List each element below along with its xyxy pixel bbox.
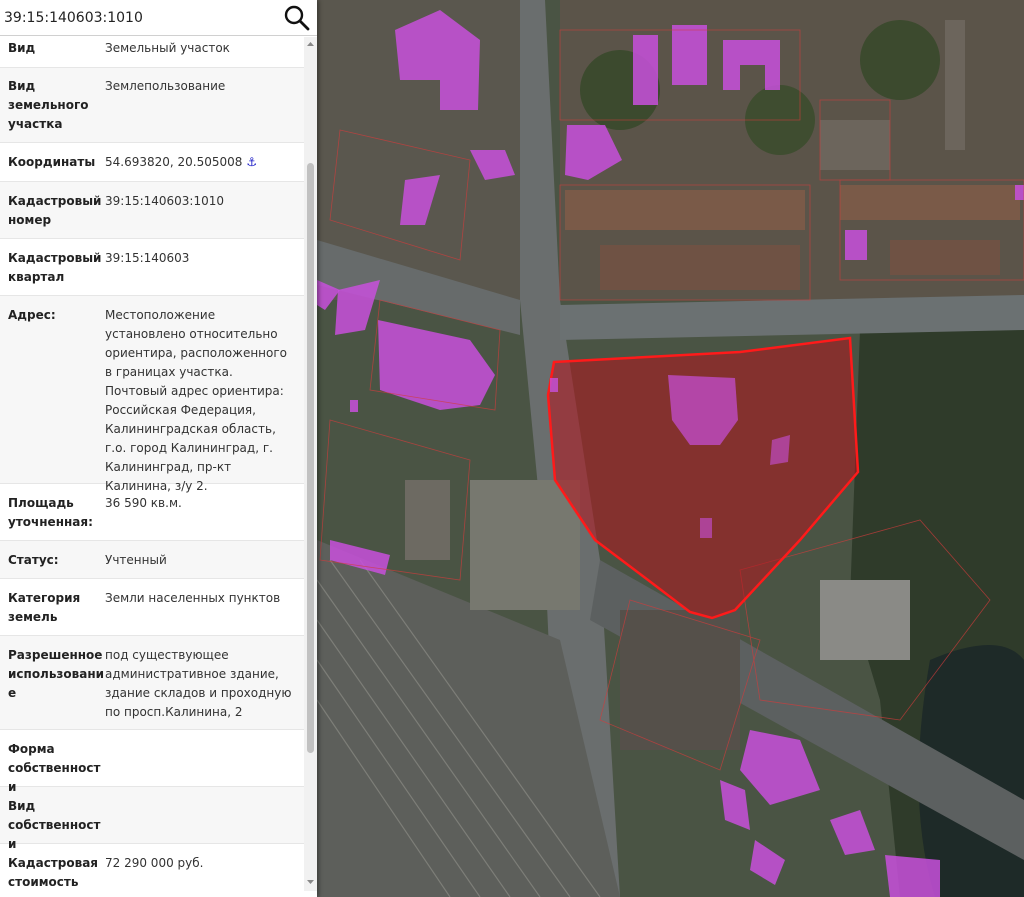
detail-key: Категория земель	[8, 591, 81, 624]
detail-row-land-category: Категория земель Земли населенных пункто…	[0, 579, 304, 636]
location-link-icon[interactable]: ⚓︎	[246, 155, 257, 169]
detail-key: Вид земельного участка	[8, 79, 89, 131]
detail-key: Разрешенное использование	[8, 648, 105, 700]
detail-value: 39:15:140603	[105, 251, 190, 265]
detail-row-land-type: Вид земельного участка Землепользование	[0, 68, 304, 143]
detail-row-type: Вид Земельный участок	[0, 37, 304, 68]
search-input[interactable]	[4, 6, 274, 30]
parcel-marker	[550, 378, 558, 392]
detail-value: 54.693820, 20.505008 ⚓︎	[105, 153, 297, 181]
detail-key: Координаты	[8, 155, 96, 169]
detail-value	[105, 797, 297, 843]
detail-value: Землепользование	[105, 79, 226, 93]
search-icon[interactable]	[284, 5, 310, 31]
scroll-up-arrow-icon[interactable]	[304, 39, 317, 49]
detail-row-coordinates: Координаты 54.693820, 20.505008 ⚓︎	[0, 143, 304, 182]
detail-key: Кадастровый квартал	[8, 251, 102, 284]
detail-row-address: Адрес: Местоположение установлено относи…	[0, 296, 304, 493]
detail-value: под существующее административное здание…	[105, 648, 292, 719]
coordinates-value: 54.693820, 20.505008	[105, 155, 243, 169]
detail-value: Земли населенных пунктов	[105, 591, 281, 605]
detail-value: Земельный участок	[105, 41, 230, 55]
building-roof	[840, 185, 1020, 220]
detail-key: Адрес:	[8, 308, 56, 322]
detail-value: 72 290 000 руб.	[105, 856, 204, 870]
detail-row-cadastral-quarter: Кадастровый квартал 39:15:140603	[0, 239, 304, 296]
detail-row-permitted-use: Разрешенное использование под существующ…	[0, 636, 304, 730]
detail-row-ownership-form: Форма собственности	[0, 730, 304, 794]
detail-key: Вид	[8, 41, 36, 55]
detail-row-status: Статус: Учтенный	[0, 541, 304, 579]
scrollbar[interactable]	[304, 37, 317, 891]
building-roof	[820, 580, 910, 660]
building-roof	[620, 610, 740, 750]
detail-key: Статус:	[8, 553, 59, 567]
building-roof	[600, 245, 800, 290]
search-bar	[0, 0, 317, 36]
detail-row-cadastral-number: Кадастровый номер 39:15:140603:1010	[0, 182, 304, 239]
building-roof	[820, 120, 890, 170]
tree-canopy	[860, 20, 940, 100]
detail-key: Кадастровый номер	[8, 194, 102, 227]
detail-value	[105, 740, 297, 786]
scrollbar-thumb[interactable]	[307, 163, 314, 753]
building-roof	[890, 240, 1000, 275]
detail-key: Площадь уточненная:	[8, 496, 93, 529]
detail-value: 39:15:140603:1010	[105, 194, 225, 208]
parking-lot	[470, 480, 580, 610]
detail-value: Местоположение установлено относительно …	[105, 308, 288, 493]
detail-row-ownership-type: Вид собственности	[0, 787, 304, 851]
parcel-building-small	[700, 518, 712, 538]
details-table: Вид Земельный участок Вид земельного уча…	[0, 37, 304, 891]
detail-key: Кадастровая стоимость	[8, 856, 98, 889]
detail-key: Форма собственности	[8, 742, 101, 794]
building-roof	[565, 190, 805, 230]
detail-value: Учтенный	[105, 553, 167, 567]
detail-value: 36 590 кв.м.	[105, 496, 182, 510]
building-roof	[945, 20, 965, 150]
detail-key: Вид собственности	[8, 799, 101, 851]
info-panel: Вид Земельный участок Вид земельного уча…	[0, 0, 317, 897]
scroll-down-arrow-icon[interactable]	[304, 877, 317, 887]
detail-row-cadastral-value: Кадастровая стоимость 72 290 000 руб.	[0, 844, 304, 891]
building-roof	[405, 480, 450, 560]
